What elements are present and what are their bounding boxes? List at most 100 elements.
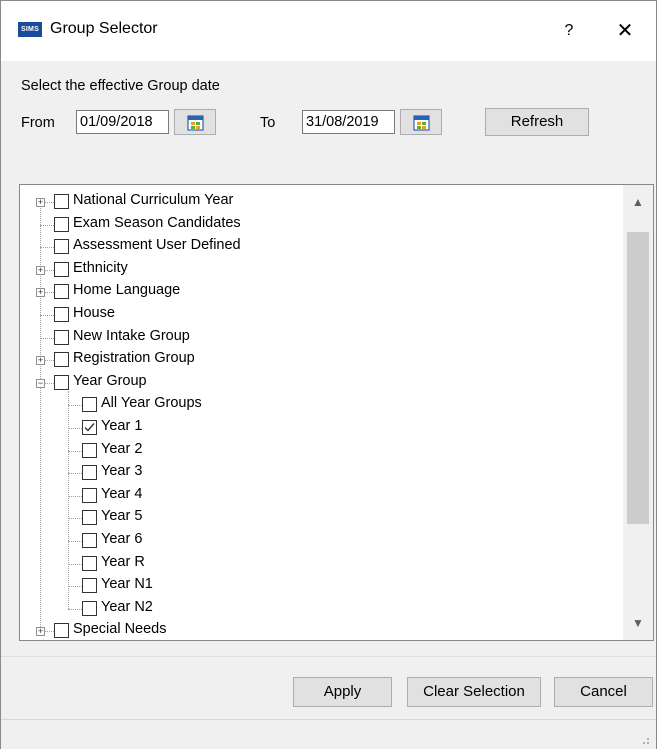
tree-node-label: Year 6: [101, 531, 143, 547]
tree-connector: [68, 518, 82, 520]
tree-node-label: Year 5: [101, 508, 143, 525]
tree-node-label: Year 1: [101, 418, 143, 434]
to-label: To: [260, 115, 276, 131]
tree-node[interactable]: + Ethnicity: [20, 259, 620, 281]
refresh-button[interactable]: Refresh: [485, 108, 589, 136]
tree-connector: [68, 405, 82, 407]
from-date-input[interactable]: [76, 110, 169, 134]
expand-icon[interactable]: +: [36, 356, 45, 366]
tree-checkbox[interactable]: [82, 397, 97, 413]
tree-child-node[interactable]: Year 1: [20, 417, 620, 439]
tree-checkbox[interactable]: [54, 352, 69, 368]
tree-node-label: Year Group: [73, 372, 147, 389]
tree-node[interactable]: − Year Group: [20, 372, 620, 394]
tree-child-node[interactable]: Year 6: [20, 530, 620, 552]
tree-connector: [68, 473, 82, 475]
scroll-thumb[interactable]: [627, 232, 649, 524]
group-selector-window: SIMS Group Selector ? ✕ Select the effec…: [0, 0, 657, 749]
tree-child-node[interactable]: Year 3: [20, 462, 620, 484]
tree-connector: [68, 541, 82, 542]
tree-connector: [68, 586, 82, 588]
tree-checkbox[interactable]: [54, 216, 69, 232]
tree-node-label: Year 3: [101, 463, 143, 480]
tree-node-label: Registration Group: [73, 350, 195, 367]
tree-node[interactable]: + Special Needs: [20, 620, 620, 640]
tree-node[interactable]: Exam Season Candidates: [20, 214, 620, 236]
tree-node-label: Special Needs: [73, 621, 167, 638]
tree-checkbox[interactable]: [82, 487, 97, 503]
tree-checkbox[interactable]: [82, 600, 97, 616]
tree-node-label: Year 2: [101, 440, 143, 457]
tree-checkbox[interactable]: [54, 307, 69, 322]
expand-icon[interactable]: +: [36, 627, 45, 637]
tree-connector: [40, 224, 54, 226]
collapse-icon[interactable]: −: [36, 378, 45, 388]
tree-checkbox[interactable]: [54, 239, 69, 255]
tree-checkbox[interactable]: [82, 533, 97, 548]
tree-checkbox[interactable]: [82, 420, 97, 435]
from-label: From: [21, 115, 55, 131]
tree-checkbox[interactable]: [82, 465, 97, 481]
tree-checkbox[interactable]: [54, 374, 69, 390]
tree-child-node[interactable]: Year 4: [20, 485, 620, 507]
tree-checkbox[interactable]: [82, 442, 97, 458]
tree-checkbox[interactable]: [82, 578, 97, 594]
from-calendar-button[interactable]: [174, 109, 216, 135]
footer-separator: [1, 656, 656, 657]
tree-scrollbar[interactable]: ▲ ▼: [623, 185, 653, 640]
title-bar[interactable]: SIMS Group Selector ? ✕: [1, 1, 656, 61]
help-button[interactable]: ?: [549, 15, 589, 47]
expand-icon[interactable]: +: [36, 288, 45, 298]
group-tree[interactable]: + National Curriculum Year Exam Season Can…: [19, 184, 654, 641]
date-prompt: Select the effective Group date: [21, 78, 220, 94]
tree-checkbox[interactable]: [54, 623, 69, 639]
tree-checkbox[interactable]: [54, 284, 69, 300]
expand-icon[interactable]: +: [36, 265, 45, 275]
tree-connector: [68, 495, 82, 497]
to-date-input[interactable]: [302, 110, 395, 134]
clear-selection-button[interactable]: Clear Selection: [407, 677, 541, 707]
tree-node-label: Year 4: [101, 485, 143, 502]
tree-checkbox[interactable]: [82, 510, 97, 526]
tree-child-node[interactable]: Year 2: [20, 440, 620, 462]
tree-checkbox[interactable]: [54, 194, 69, 209]
tree-connector: [40, 337, 54, 339]
status-bar: [1, 719, 656, 749]
scroll-up-arrow-icon[interactable]: ▲: [623, 185, 653, 219]
tree-child-node[interactable]: Year 5: [20, 507, 620, 529]
resize-grip-icon[interactable]: [640, 735, 650, 745]
tree-node[interactable]: Assessment User Defined: [20, 236, 620, 258]
tree-child-node[interactable]: Year R: [20, 553, 620, 575]
tree-node-label: National Curriculum Year: [73, 192, 234, 208]
cancel-button[interactable]: Cancel: [554, 677, 653, 707]
tree-node[interactable]: + Home Language: [20, 281, 620, 303]
tree-child-node[interactable]: Year N1: [20, 575, 620, 597]
tree-checkbox[interactable]: [54, 329, 69, 345]
calendar-icon: [187, 115, 204, 131]
tree-node[interactable]: + Registration Group: [20, 349, 620, 371]
tree-node[interactable]: House: [20, 304, 620, 326]
expand-icon[interactable]: +: [36, 198, 45, 207]
tree-child-node[interactable]: All Year Groups: [20, 394, 620, 416]
close-button[interactable]: ✕: [605, 15, 645, 47]
tree-node-label: Ethnicity: [73, 259, 128, 276]
scroll-down-arrow-icon[interactable]: ▼: [623, 606, 653, 640]
tree-node[interactable]: New Intake Group: [20, 327, 620, 349]
tree-node-label: Year R: [101, 553, 145, 570]
tree-node-label: Assessment User Defined: [73, 237, 241, 254]
tree-checkbox[interactable]: [54, 261, 69, 277]
tree-connector: [68, 608, 82, 610]
sims-app-icon: SIMS: [18, 22, 42, 37]
to-calendar-button[interactable]: [400, 109, 442, 135]
tree-node-label: Home Language: [73, 282, 181, 299]
tree-connector: [40, 315, 54, 316]
tree-node-label: New Intake Group: [73, 327, 190, 344]
tree-child-node[interactable]: Year N2: [20, 598, 620, 620]
tree-node[interactable]: + National Curriculum Year: [20, 191, 620, 213]
tree-checkbox[interactable]: [82, 555, 97, 571]
tree-node-label: Exam Season Candidates: [73, 214, 241, 231]
apply-button[interactable]: Apply: [293, 677, 392, 707]
tree-connector: [40, 247, 54, 249]
tree-connector: [68, 563, 82, 565]
tree-node-label: Year N2: [101, 598, 153, 615]
